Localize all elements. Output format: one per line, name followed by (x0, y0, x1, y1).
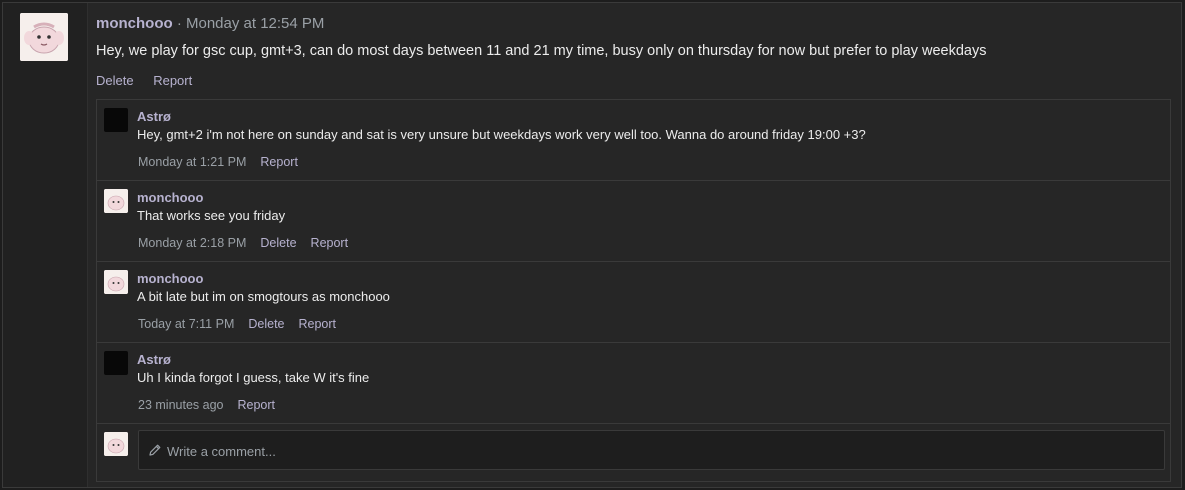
commenter-avatar[interactable] (104, 351, 128, 375)
post-report-button[interactable]: Report (153, 73, 192, 88)
comment-username[interactable]: monchooo (137, 190, 203, 205)
comment-meta: Today at 7:11 PM Delete Report (138, 317, 336, 331)
comment-item: monchooo A bit late but im on smogtours … (97, 262, 1170, 343)
comment-thread: Astrø Hey, gmt+2 i'm not here on sunday … (96, 99, 1171, 482)
comment-meta: 23 minutes ago Report (138, 398, 275, 412)
comment-item: monchooo That works see you friday Monda… (97, 181, 1170, 262)
comment-username[interactable]: Astrø (137, 109, 171, 124)
comment-item: Astrø Uh I kinda forgot I guess, take W … (97, 343, 1170, 424)
pencil-icon (148, 443, 162, 457)
comment-time[interactable]: 23 minutes ago (138, 398, 223, 412)
current-user-avatar[interactable] (104, 432, 128, 456)
comment-text: Uh I kinda forgot I guess, take W it's f… (137, 370, 370, 385)
comment-report-button[interactable]: Report (311, 236, 349, 250)
comment-report-button[interactable]: Report (299, 317, 337, 331)
comment-delete-button[interactable]: Delete (260, 236, 296, 250)
commenter-avatar[interactable] (104, 189, 128, 213)
comment-time[interactable]: Monday at 1:21 PM (138, 155, 246, 169)
comment-input[interactable] (165, 440, 1149, 462)
comment-time[interactable]: Today at 7:11 PM (138, 317, 234, 331)
comment-username[interactable]: monchooo (137, 271, 203, 286)
post-username[interactable]: monchooo (96, 15, 173, 32)
comment-username[interactable]: Astrø (137, 352, 171, 367)
comment-item: Astrø Hey, gmt+2 i'm not here on sunday … (97, 100, 1170, 181)
comment-report-button[interactable]: Report (260, 155, 298, 169)
comment-composer (97, 424, 1170, 476)
post-timestamp[interactable]: Monday at 12:54 PM (186, 15, 324, 32)
comment-text: Hey, gmt+2 i'm not here on sunday and sa… (137, 127, 866, 142)
post-separator: · (172, 15, 186, 32)
comment-text: A bit late but im on smogtours as moncho… (137, 289, 390, 304)
comment-report-button[interactable]: Report (237, 398, 275, 412)
commenter-avatar[interactable] (104, 108, 128, 132)
post-actions: Delete Report (96, 73, 208, 88)
comment-meta: Monday at 1:21 PM Report (138, 155, 298, 169)
comment-text: That works see you friday (137, 208, 286, 223)
comment-delete-button[interactable]: Delete (248, 317, 284, 331)
post-avatar-rail (3, 3, 88, 487)
post-author-avatar[interactable] (20, 13, 68, 61)
comment-input-box[interactable] (138, 430, 1165, 470)
commenter-avatar[interactable] (104, 270, 128, 294)
post-delete-button[interactable]: Delete (96, 73, 134, 88)
comment-meta: Monday at 2:18 PM Delete Report (138, 236, 348, 250)
comment-time[interactable]: Monday at 2:18 PM (138, 236, 246, 250)
post-body: Hey, we play for gsc cup, gmt+3, can do … (96, 43, 987, 59)
post-header: monchooo · Monday at 12:54 PM (96, 15, 324, 32)
profile-post-frame: monchooo · Monday at 12:54 PM Hey, we pl… (2, 2, 1182, 488)
